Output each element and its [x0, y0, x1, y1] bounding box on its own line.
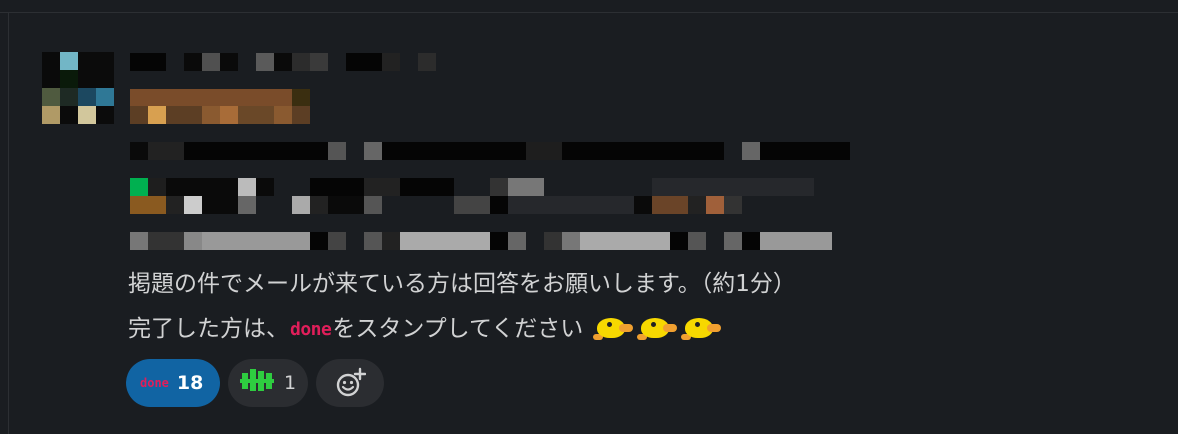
duck-icon	[635, 312, 677, 342]
sender-name[interactable]	[130, 53, 436, 71]
redacted-line-2	[130, 178, 814, 196]
emoji-add-icon	[334, 367, 366, 399]
message-line-2-suffix: をスタンプしてください	[332, 316, 584, 342]
done-emoji-inline: done	[290, 319, 332, 340]
message-line-2: 完了した方は、doneをスタンプしてください	[128, 312, 723, 346]
redacted-line-1	[130, 142, 850, 160]
duck-icon	[679, 312, 721, 342]
avatar[interactable]	[42, 52, 114, 124]
duck-icon	[591, 312, 633, 342]
reaction-done[interactable]: done 18	[126, 359, 220, 407]
sender-status-2	[130, 106, 310, 124]
muscle-icon	[240, 367, 274, 400]
redacted-line-3	[130, 196, 742, 214]
reaction-muscle[interactable]: 1	[228, 359, 308, 407]
reaction-count: 18	[176, 372, 204, 394]
add-reaction-button[interactable]	[316, 359, 384, 407]
sender-status	[130, 89, 310, 107]
reaction-count: 1	[284, 372, 297, 394]
done-emoji: done	[140, 376, 169, 390]
message: 掲題の件でメールが来ている方は回答をお願いします。（約1分） 完了した方は、do…	[0, 0, 1178, 434]
reactions-bar: done 18 1	[126, 359, 384, 407]
redacted-line-4	[130, 232, 832, 250]
message-line-2-prefix: 完了した方は、	[128, 316, 289, 342]
message-line-1: 掲題の件でメールが来ている方は回答をお願いします。（約1分）	[128, 271, 796, 297]
